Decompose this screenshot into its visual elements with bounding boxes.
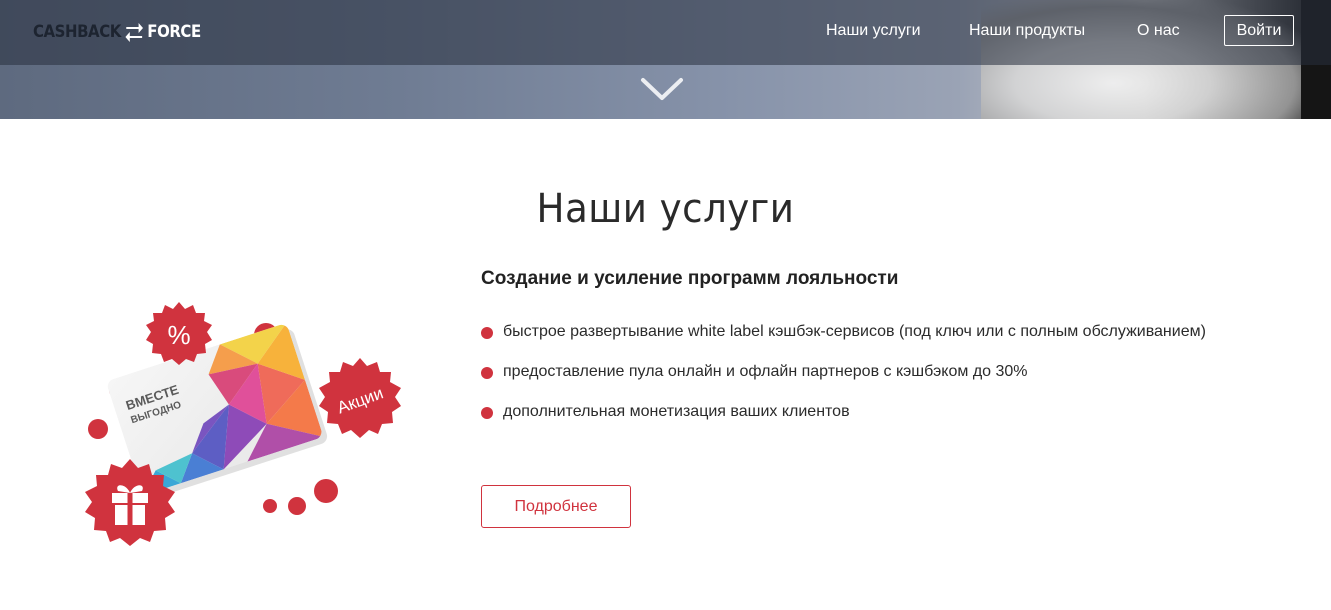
decor-dot [314, 479, 338, 503]
navbar: CASHBACK FORCE Наши услуги Наши продукты… [0, 0, 1331, 65]
decor-dot [88, 419, 108, 439]
bullet-dot-icon [481, 367, 493, 379]
hero-banner: CASHBACK FORCE Наши услуги Наши продукты… [0, 0, 1331, 119]
decor-dot [288, 497, 306, 515]
list-item: дополнительная монетизация ваших клиенто… [481, 402, 1206, 442]
services-list: быстрое развертывание white label кэшбэк… [481, 322, 1206, 442]
nav-item-products[interactable]: Наши продукты [969, 22, 1085, 40]
loyalty-card-illustration: ВМЕСТЕ ВЫГОДНО % Акции [85, 302, 401, 546]
nav-item-about[interactable]: О нас [1137, 22, 1180, 40]
chevron-down-icon[interactable] [640, 76, 684, 104]
bullet-dot-icon [481, 327, 493, 339]
list-item-text: дополнительная монетизация ваших клиенто… [503, 403, 850, 420]
services-subtitle: Создание и усиление программ лояльности [481, 268, 899, 289]
login-button[interactable]: Войти [1224, 15, 1294, 46]
section-title-text: Наши услуги [536, 186, 795, 232]
list-item: предоставление пула онлайн и офлайн парт… [481, 362, 1206, 402]
logo-text-force: FORCE [147, 22, 201, 42]
decor-dot [263, 499, 277, 513]
exchange-arrows-icon [125, 23, 143, 42]
logo-text-cashback: CASHBACK [33, 22, 121, 42]
promo-badge: Акции [319, 358, 401, 438]
bullet-dot-icon [481, 407, 493, 419]
logo[interactable]: CASHBACK FORCE [33, 20, 201, 44]
more-button[interactable]: Подробнее [481, 485, 631, 528]
section-title: Наши услуги [47, 186, 1285, 232]
percent-badge-text: % [167, 320, 190, 350]
list-item-text: предоставление пула онлайн и офлайн парт… [503, 363, 1028, 380]
list-item: быстрое развертывание white label кэшбэк… [481, 322, 1206, 362]
nav-item-services[interactable]: Наши услуги [826, 22, 921, 40]
list-item-text: быстрое развертывание white label кэшбэк… [503, 323, 1206, 340]
